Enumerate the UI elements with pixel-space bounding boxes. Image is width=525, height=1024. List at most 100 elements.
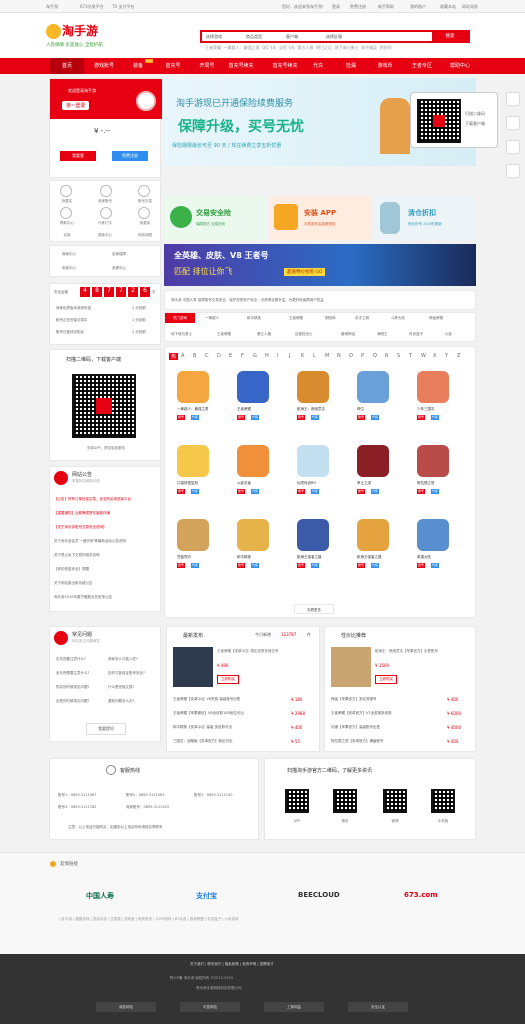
nav-currency[interactable]: 游戏币 — [368, 58, 402, 74]
partner-alipay[interactable]: 支付宝 — [196, 891, 217, 901]
nav-first-charge[interactable]: 首充号 — [158, 58, 188, 74]
game-name[interactable]: 航海王强者之路 — [297, 555, 333, 560]
notice-item[interactable]: 【你的资金安全】提醒 — [54, 567, 158, 572]
value-buy-button[interactable]: 立即购买 — [375, 675, 397, 684]
letter-filter-R[interactable]: R — [385, 353, 388, 359]
letter-filter-D[interactable]: D — [217, 353, 221, 359]
top-welcome[interactable]: 淘手游 — [46, 4, 58, 10]
game-tag[interactable]: 账号 — [357, 415, 366, 420]
sell-icon[interactable] — [138, 207, 150, 219]
faq-item[interactable]: 出售的时候常见问题? — [56, 699, 89, 704]
value-thumbnail[interactable] — [331, 647, 371, 687]
hot-game[interactable]: 第五人格 — [257, 332, 271, 337]
hot-game[interactable]: 百度狂战士 — [295, 332, 313, 337]
side-app-icon[interactable] — [506, 92, 520, 106]
text-link[interactable]: 捷报游戏 — [75, 917, 89, 921]
notice-item[interactable]: 【关于淘手游账号交易安全说明】 — [54, 525, 158, 530]
search-type-select[interactable]: 商品类型 — [246, 34, 262, 40]
letter-filter-A[interactable]: A — [181, 353, 184, 359]
game-tag[interactable]: 账号 — [357, 563, 366, 568]
letter-filter-N[interactable]: N — [337, 353, 341, 359]
letter-filter-I[interactable]: I — [277, 353, 278, 359]
game-tag[interactable]: 代练 — [371, 563, 380, 568]
service-link[interactable]: 资源中心 — [112, 266, 126, 271]
login-greeting[interactable]: 亲~登录 — [62, 101, 90, 110]
footer-link[interactable]: 关于我们 — [190, 962, 204, 966]
game-tag[interactable]: 账号 — [177, 415, 186, 420]
value-row[interactable]: 神途【苹果官方】多区资源号 — [331, 697, 445, 702]
game-tag[interactable]: 代练 — [191, 415, 200, 420]
hotword[interactable]: 全民飞车 — [279, 45, 295, 50]
faq-item[interactable]: 买东西要注意什么? — [56, 657, 86, 662]
hot-game[interactable]: 神途荣耀 — [429, 316, 443, 321]
hot-game[interactable]: 王者荣耀 — [289, 316, 303, 321]
trade-icon[interactable] — [138, 185, 150, 197]
partner-beecloud[interactable]: BEECLOUD — [298, 891, 340, 899]
game-tag[interactable]: 代练 — [191, 489, 200, 494]
game-icon[interactable] — [237, 371, 269, 403]
footer-link[interactable]: 隐私政策 — [225, 962, 239, 966]
service-link[interactable]: 商家中心 — [62, 252, 76, 257]
game-tag[interactable]: 账号 — [237, 489, 246, 494]
game-name[interactable]: 神泣 — [357, 407, 393, 412]
top-favorite[interactable]: 收藏本站 — [440, 4, 456, 10]
hot-game[interactable]: 永冻之城 — [355, 316, 369, 321]
latest-row[interactable]: 和平精英【安卓QQ】高级 多皮肤可出 — [173, 725, 289, 730]
game-tag[interactable]: 代练 — [431, 415, 440, 420]
game-icon[interactable] — [357, 445, 389, 477]
help-icon[interactable] — [60, 207, 72, 219]
register-button[interactable]: 免费注册 — [112, 151, 148, 161]
value-row[interactable]: 王者荣耀【安卓官方】V7全英雄多皮肤 — [331, 711, 445, 716]
nav-accounts[interactable]: 游戏账号 — [88, 58, 120, 74]
seller-icon[interactable] — [100, 185, 112, 197]
login-button[interactable]: 我要登 — [60, 151, 96, 161]
top-account[interactable]: 我的账户 — [410, 4, 426, 10]
footer-link[interactable]: 招聘英才 — [260, 962, 274, 966]
game-tag[interactable]: 账号 — [297, 489, 306, 494]
text-link[interactable]: 游戏联盟 — [190, 917, 204, 921]
game-icon[interactable] — [177, 371, 209, 403]
game-tag[interactable]: 账号 — [417, 563, 426, 568]
side-service-icon[interactable] — [506, 140, 520, 154]
nav-recharge[interactable]: 首充号续充 — [226, 58, 256, 74]
text-link[interactable]: BT手游 — [175, 917, 187, 921]
notice-item[interactable]: 【重要通知】近期警惕冒充客服诈骗 — [54, 511, 158, 516]
text-link[interactable]: 交易猫 — [110, 917, 121, 921]
buy-icon[interactable] — [60, 185, 72, 197]
game-tag[interactable]: 账号 — [357, 489, 366, 494]
notice-item[interactable]: 关于淘手游会员'一键代练'等最新活动公告说明 — [54, 539, 158, 544]
letter-filter-热[interactable]: 热 — [169, 353, 179, 360]
game-tag[interactable]: 代练 — [251, 415, 260, 420]
text-link[interactable]: 八卦手游 — [58, 917, 72, 921]
search-client-select[interactable]: 客户端 — [286, 34, 298, 40]
side-feedback-icon[interactable] — [506, 164, 520, 178]
game-tag[interactable]: 代练 — [371, 415, 380, 420]
letter-filter-F[interactable]: F — [241, 353, 244, 359]
game-tag[interactable]: 代练 — [191, 563, 200, 568]
hot-game[interactable]: 魔域神话 — [341, 332, 355, 337]
footer-link[interactable]: 免责声明 — [242, 962, 256, 966]
letter-filter-H[interactable]: H — [265, 353, 269, 359]
value-row[interactable]: 阿拉德之怒【安卓官方】满级账号 — [331, 739, 445, 744]
boost-icon[interactable] — [100, 207, 112, 219]
letter-filter-S[interactable]: S — [397, 353, 400, 359]
latest-row[interactable]: 三国志：战略版【安卓官方】新区可出 — [173, 739, 289, 744]
text-link[interactable]: 手游盒子 — [207, 917, 221, 921]
letter-filter-L[interactable]: L — [313, 353, 316, 359]
letter-filter-P[interactable]: P — [361, 353, 364, 359]
game-name[interactable]: 口袋妖怪复刻 — [177, 481, 213, 486]
game-tag[interactable]: 账号 — [237, 415, 246, 420]
hot-game[interactable]: 斗罗大陆 — [391, 316, 405, 321]
game-icon[interactable] — [417, 371, 449, 403]
top-help[interactable]: 新手帮助 — [378, 4, 394, 10]
faq-item[interactable]: 如何才能保证账号安全? — [108, 671, 145, 676]
letter-filter-X[interactable]: X — [433, 353, 436, 359]
hotword[interactable]: 和平精英 — [361, 45, 377, 50]
footer-badge[interactable]: 安全认证 — [348, 1002, 408, 1012]
game-name[interactable]: 少年三国志 — [417, 407, 453, 412]
hot-game[interactable]: 地下城与勇士 — [171, 332, 192, 337]
hot-game[interactable]: 一拳超人 — [205, 316, 219, 321]
hotword[interactable]: 阴阳师 — [380, 45, 392, 50]
game-name[interactable]: 苍蓝誓约 — [177, 555, 213, 560]
game-name[interactable]: 阿拉德之怒 — [417, 481, 453, 486]
